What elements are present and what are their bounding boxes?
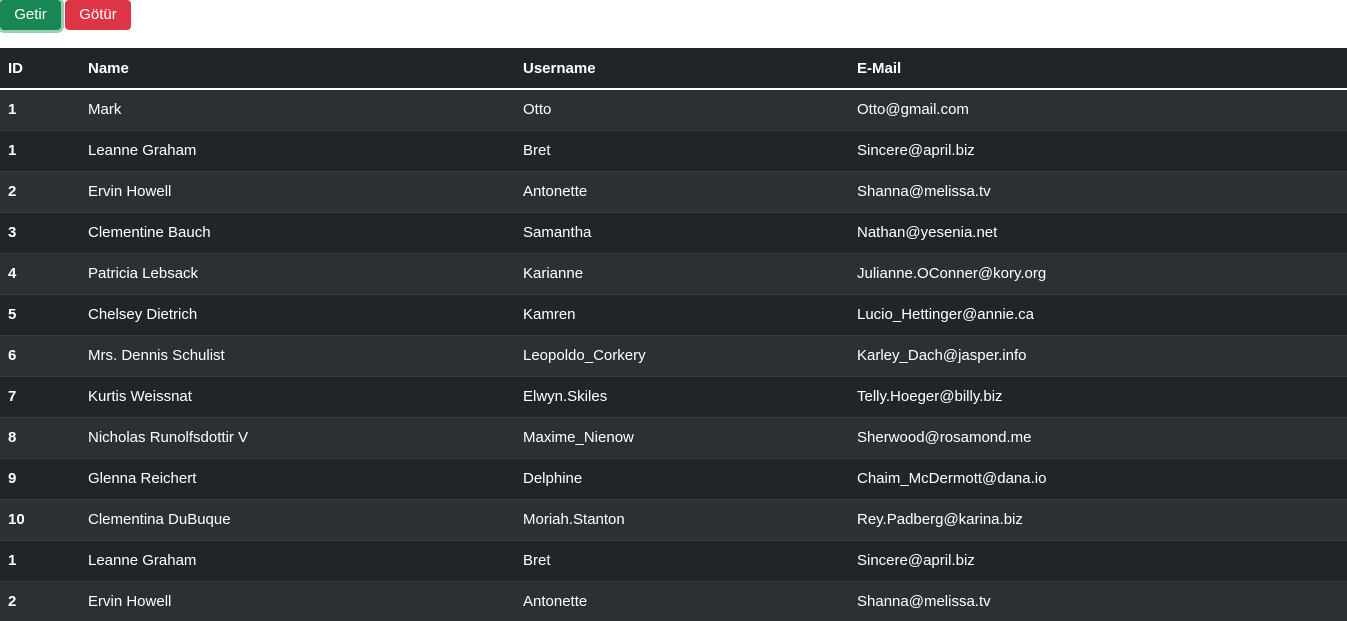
cell-name: Clementina DuBuque [80,499,515,541]
cell-username: Maxime_Nienow [515,417,849,459]
cell-email: Karley_Dach@jasper.info [849,335,1347,377]
cell-email: Rey.Padberg@karina.biz [849,499,1347,541]
cell-name: Chelsey Dietrich [80,294,515,336]
table-row: 1 Leanne Graham Bret Sincere@april.biz [0,540,1347,582]
toolbar: Getir Götür [0,0,1347,48]
cell-id: 2 [0,171,80,213]
cell-name: Nicholas Runolfsdottir V [80,417,515,459]
table-body: 1 Mark Otto Otto@gmail.com 1 Leanne Graham Bre… [0,89,1347,621]
cell-id: 5 [0,294,80,336]
cell-email: Nathan@yesenia.net [849,212,1347,254]
cell-email: Otto@gmail.com [849,89,1347,131]
table-row: 6 Mrs. Dennis Schulist Leopoldo_Corkery Kar… [0,335,1347,377]
cell-email: Chaim_McDermott@dana.io [849,458,1347,500]
cell-email: Sincere@april.biz [849,540,1347,582]
table-row: 8 Nicholas Runolfsdottir V Maxime_Nienow Sh… [0,417,1347,459]
cell-name: Ervin Howell [80,171,515,213]
table-row: 3 Clementine Bauch Samantha Nathan@yesenia.… [0,212,1347,254]
cell-id: 7 [0,376,80,418]
cell-email: Sherwood@rosamond.me [849,417,1347,459]
table-row: 1 Mark Otto Otto@gmail.com [0,89,1347,131]
cell-id: 8 [0,417,80,459]
header-username: Username [515,48,849,90]
cell-name: Ervin Howell [80,581,515,621]
cell-username: Kamren [515,294,849,336]
cell-username: Samantha [515,212,849,254]
header-email: E-Mail [849,48,1347,90]
cell-name: Clementine Bauch [80,212,515,254]
users-table: ID Name Username E-Mail 1 Mark Otto Otto@gm… [0,48,1347,621]
table-row: 2 Ervin Howell Antonette Shanna@melissa.tv [0,171,1347,213]
table-row: 2 Ervin Howell Antonette Shanna@melissa.tv [0,581,1347,621]
cell-username: Delphine [515,458,849,500]
cell-id: 6 [0,335,80,377]
cell-email: Julianne.OConner@kory.org [849,253,1347,295]
cell-email: Shanna@melissa.tv [849,171,1347,213]
cell-username: Moriah.Stanton [515,499,849,541]
cell-id: 4 [0,253,80,295]
cell-name: Leanne Graham [80,130,515,172]
header-name: Name [80,48,515,90]
table-row: 9 Glenna Reichert Delphine Chaim_McDermott@… [0,458,1347,500]
getir-button[interactable]: Getir [0,0,61,30]
header-id: ID [0,48,80,90]
cell-id: 3 [0,212,80,254]
cell-username: Antonette [515,581,849,621]
cell-email: Telly.Hoeger@billy.biz [849,376,1347,418]
cell-id: 9 [0,458,80,500]
table-row: 10 Clementina DuBuque Moriah.Stanton Rey.Pa… [0,499,1347,541]
cell-username: Bret [515,130,849,172]
cell-name: Mrs. Dennis Schulist [80,335,515,377]
table-header: ID Name Username E-Mail [0,48,1347,90]
cell-id: 1 [0,540,80,582]
gotur-button[interactable]: Götür [65,0,131,30]
cell-email: Sincere@april.biz [849,130,1347,172]
cell-name: Leanne Graham [80,540,515,582]
cell-username: Elwyn.Skiles [515,376,849,418]
cell-username: Otto [515,89,849,131]
header-row: ID Name Username E-Mail [0,48,1347,90]
cell-username: Bret [515,540,849,582]
cell-name: Mark [80,89,515,131]
table-row: 4 Patricia Lebsack Karianne Julianne.OConne… [0,253,1347,295]
cell-email: Shanna@melissa.tv [849,581,1347,621]
cell-email: Lucio_Hettinger@annie.ca [849,294,1347,336]
cell-name: Patricia Lebsack [80,253,515,295]
cell-id: 1 [0,130,80,172]
cell-id: 10 [0,499,80,541]
table-row: 7 Kurtis Weissnat Elwyn.Skiles Telly.Hoeger… [0,376,1347,418]
cell-username: Antonette [515,171,849,213]
cell-id: 2 [0,581,80,621]
table-row: 1 Leanne Graham Bret Sincere@april.biz [0,130,1347,172]
cell-id: 1 [0,89,80,131]
table-row: 5 Chelsey Dietrich Kamren Lucio_Hettinger@a… [0,294,1347,336]
cell-username: Karianne [515,253,849,295]
cell-username: Leopoldo_Corkery [515,335,849,377]
cell-name: Kurtis Weissnat [80,376,515,418]
cell-name: Glenna Reichert [80,458,515,500]
